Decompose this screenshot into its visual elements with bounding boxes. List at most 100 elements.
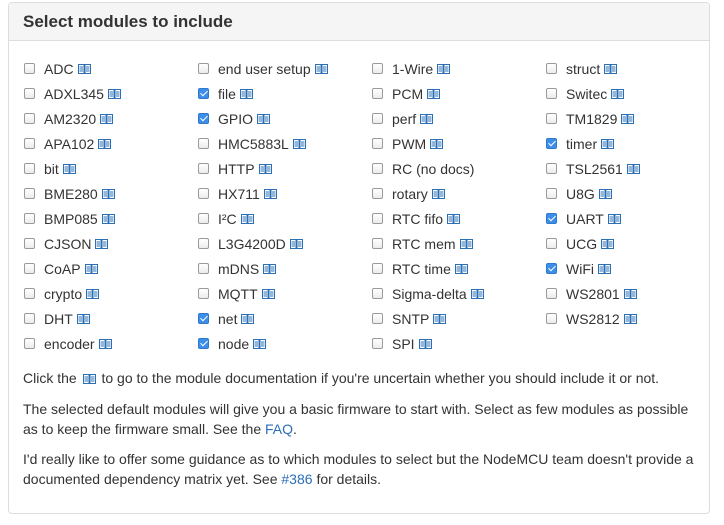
book-icon[interactable] <box>107 88 121 99</box>
module-node[interactable]: node <box>198 331 372 356</box>
module-checkbox[interactable] <box>198 163 209 174</box>
book-icon[interactable] <box>289 238 303 249</box>
book-icon[interactable] <box>420 113 434 124</box>
module-checkbox[interactable] <box>372 63 383 74</box>
module-perf[interactable]: perf <box>372 106 546 131</box>
module-rotary[interactable]: rotary <box>372 181 546 206</box>
book-icon[interactable] <box>98 338 112 349</box>
module-bme280[interactable]: BME280 <box>24 181 198 206</box>
book-icon[interactable] <box>623 288 637 299</box>
book-icon[interactable] <box>240 213 254 224</box>
module-checkbox[interactable] <box>198 63 209 74</box>
module-bit[interactable]: bit <box>24 156 198 181</box>
module-checkbox[interactable] <box>24 288 35 299</box>
book-icon[interactable] <box>253 338 267 349</box>
module-apa102[interactable]: APA102 <box>24 131 198 156</box>
book-icon[interactable] <box>261 288 275 299</box>
module-hx711[interactable]: HX711 <box>198 181 372 206</box>
module-checkbox[interactable] <box>198 113 209 124</box>
module-checkbox[interactable] <box>24 313 35 324</box>
book-icon[interactable] <box>292 138 306 149</box>
module-checkbox[interactable] <box>546 188 557 199</box>
module-checkbox[interactable] <box>198 313 209 324</box>
module-checkbox[interactable] <box>24 88 35 99</box>
module-checkbox[interactable] <box>546 238 557 249</box>
module-i-c[interactable]: I²C <box>198 206 372 231</box>
module-checkbox[interactable] <box>372 113 383 124</box>
module-checkbox[interactable] <box>546 138 557 149</box>
issue-386-link[interactable]: #386 <box>281 471 312 487</box>
faq-link[interactable]: FAQ <box>265 421 293 437</box>
book-icon[interactable] <box>77 63 91 74</box>
module-net[interactable]: net <box>198 306 372 331</box>
module-l3g4200d[interactable]: L3G4200D <box>198 231 372 256</box>
module-checkbox[interactable] <box>198 263 209 274</box>
module-checkbox[interactable] <box>198 238 209 249</box>
module-rtc-fifo[interactable]: RTC fifo <box>372 206 546 231</box>
module-checkbox[interactable] <box>24 238 35 249</box>
book-icon[interactable] <box>239 88 253 99</box>
module-tsl2561[interactable]: TSL2561 <box>546 156 706 181</box>
book-icon[interactable] <box>598 188 612 199</box>
module-checkbox[interactable] <box>546 63 557 74</box>
module-checkbox[interactable] <box>372 288 383 299</box>
module-rtc-mem[interactable]: RTC mem <box>372 231 546 256</box>
module-pcm[interactable]: PCM <box>372 81 546 106</box>
book-icon[interactable] <box>621 113 635 124</box>
book-icon[interactable] <box>470 288 484 299</box>
book-icon[interactable] <box>431 188 445 199</box>
book-icon[interactable] <box>95 238 109 249</box>
module-gpio[interactable]: GPIO <box>198 106 372 131</box>
module-switec[interactable]: Switec <box>546 81 706 106</box>
book-icon[interactable] <box>604 63 618 74</box>
book-icon[interactable] <box>607 213 621 224</box>
book-icon[interactable] <box>601 238 615 249</box>
module-checkbox[interactable] <box>372 213 383 224</box>
module-checkbox[interactable] <box>372 238 383 249</box>
module-checkbox[interactable] <box>372 188 383 199</box>
module-pwm[interactable]: PWM <box>372 131 546 156</box>
module-ucg[interactable]: UCG <box>546 231 706 256</box>
module-tm1829[interactable]: TM1829 <box>546 106 706 131</box>
module-rc-no-docs[interactable]: RC (no docs) <box>372 156 546 181</box>
module-ws2801[interactable]: WS2801 <box>546 281 706 306</box>
module-checkbox[interactable] <box>546 263 557 274</box>
module-checkbox[interactable] <box>372 163 383 174</box>
module-checkbox[interactable] <box>546 313 557 324</box>
module-cjson[interactable]: CJSON <box>24 231 198 256</box>
book-icon[interactable] <box>447 213 461 224</box>
module-checkbox[interactable] <box>24 163 35 174</box>
module-hmc5883l[interactable]: HMC5883L <box>198 131 372 156</box>
book-icon[interactable] <box>257 113 271 124</box>
module-checkbox[interactable] <box>546 213 557 224</box>
book-icon[interactable] <box>263 263 277 274</box>
module-checkbox[interactable] <box>198 213 209 224</box>
book-icon[interactable] <box>623 313 637 324</box>
book-icon[interactable] <box>100 113 114 124</box>
module-sntp[interactable]: SNTP <box>372 306 546 331</box>
module-http[interactable]: HTTP <box>198 156 372 181</box>
book-icon[interactable] <box>98 138 112 149</box>
module-crypto[interactable]: crypto <box>24 281 198 306</box>
module-checkbox[interactable] <box>372 138 383 149</box>
module-adxl345[interactable]: ADXL345 <box>24 81 198 106</box>
module-checkbox[interactable] <box>24 213 35 224</box>
module-checkbox[interactable] <box>198 288 209 299</box>
book-icon[interactable] <box>601 138 615 149</box>
module-checkbox[interactable] <box>546 88 557 99</box>
module-end-user-setup[interactable]: end user setup <box>198 56 372 81</box>
book-icon[interactable] <box>459 238 473 249</box>
module-sigma-delta[interactable]: Sigma-delta <box>372 281 546 306</box>
module-timer[interactable]: timer <box>546 131 706 156</box>
module-encoder[interactable]: encoder <box>24 331 198 356</box>
module-checkbox[interactable] <box>24 338 35 349</box>
book-icon[interactable] <box>86 288 100 299</box>
module-checkbox[interactable] <box>372 313 383 324</box>
module-checkbox[interactable] <box>546 113 557 124</box>
module-ws2812[interactable]: WS2812 <box>546 306 706 331</box>
module-checkbox[interactable] <box>24 113 35 124</box>
module-rtc-time[interactable]: RTC time <box>372 256 546 281</box>
module-checkbox[interactable] <box>198 338 209 349</box>
book-icon[interactable] <box>626 163 640 174</box>
module-1-wire[interactable]: 1-Wire <box>372 56 546 81</box>
